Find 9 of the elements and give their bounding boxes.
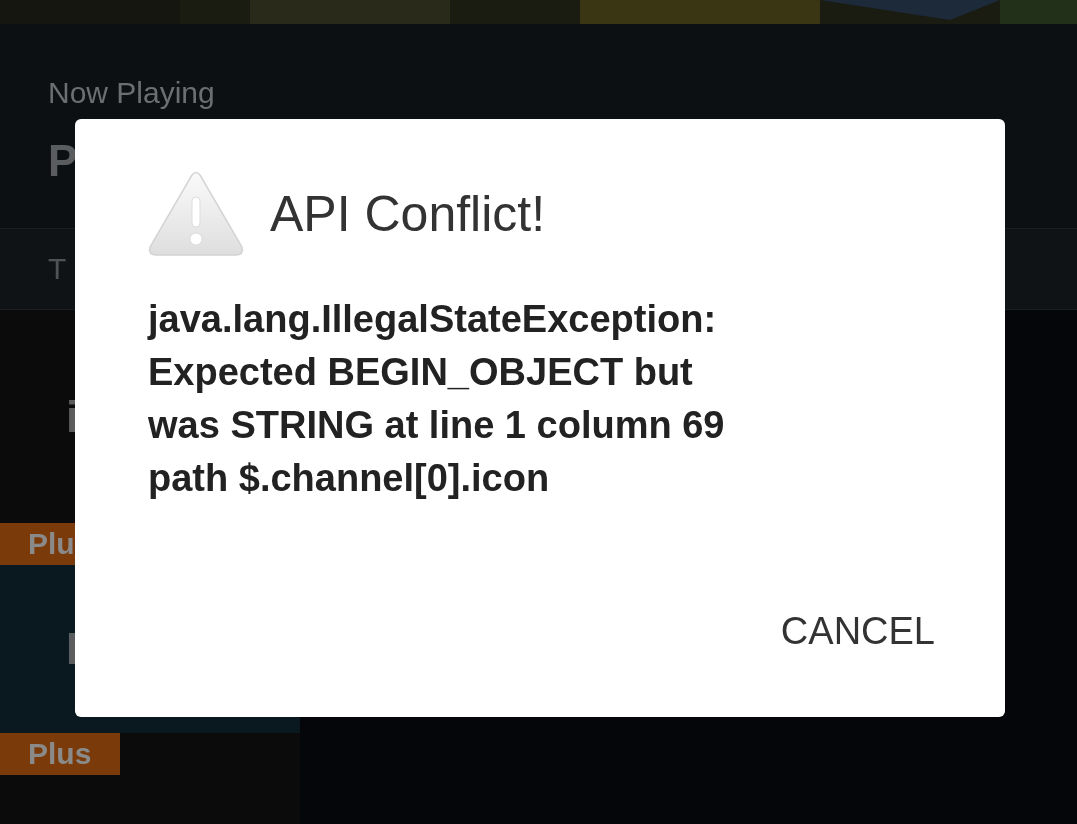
plus-badge: Plus [0, 733, 120, 775]
section-label: Now Playing [48, 76, 215, 110]
plus-badge: Plu [0, 523, 75, 565]
cancel-button[interactable]: CANCEL [770, 604, 945, 659]
tab-label: T [48, 252, 67, 286]
track-title: P [48, 136, 78, 186]
error-message: java.lang.IllegalStateException: Expected BEGIN_OBJECT but was STRING at line 1 column 69 path $.channel[0].icon [148, 297, 725, 501]
warning-icon [148, 171, 244, 257]
dialog-title: API Conflict! [270, 185, 546, 243]
